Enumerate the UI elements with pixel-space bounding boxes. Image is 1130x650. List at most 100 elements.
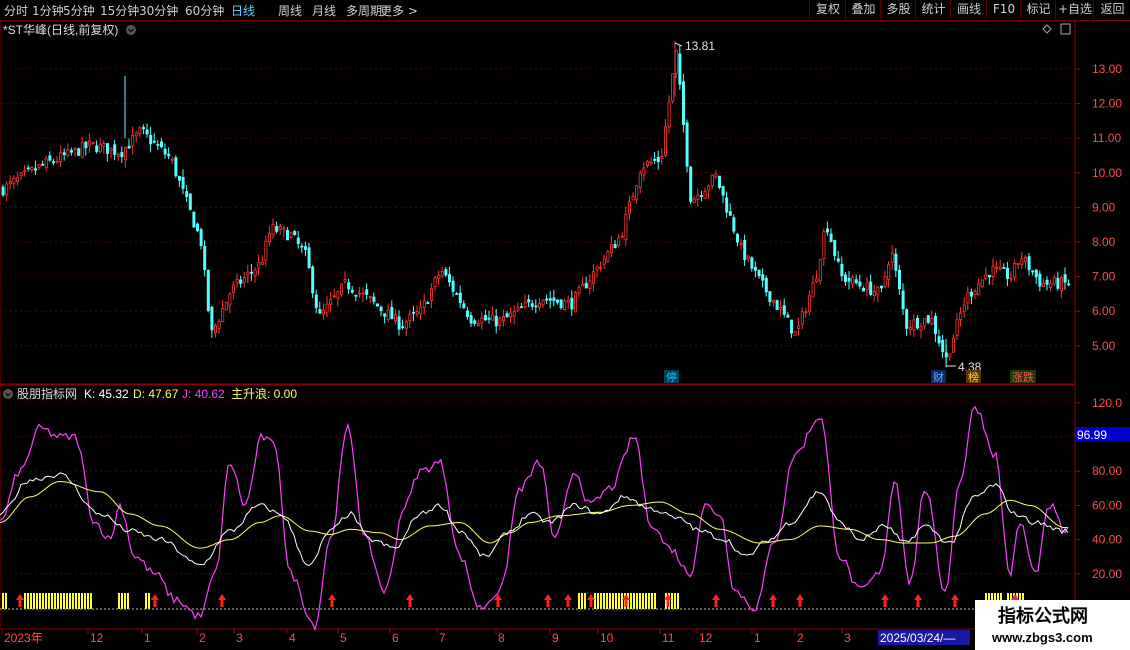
- event-tag-finance[interactable]: 财: [933, 370, 944, 384]
- up-arrow-icon: [218, 594, 226, 607]
- candle-body: [746, 255, 750, 259]
- period-tab-9[interactable]: 多周期: [346, 2, 382, 19]
- price-tick-label: 8.00: [1092, 235, 1116, 249]
- candle-body: [354, 294, 358, 297]
- period-tab-3[interactable]: 15分钟: [100, 2, 139, 19]
- toolbar-button-8[interactable]: 返回: [1093, 0, 1130, 19]
- candle-body: [314, 294, 318, 309]
- up-arrow-icon: [544, 594, 552, 607]
- signal-bar: [615, 593, 617, 609]
- candle-body: [844, 274, 848, 282]
- signal-bar: [633, 593, 635, 609]
- candle-body: [973, 291, 977, 295]
- period-tab-7[interactable]: 周线: [278, 2, 302, 19]
- candle-body: [916, 317, 920, 329]
- signal-bar: [48, 593, 50, 609]
- candle-body: [1016, 263, 1020, 266]
- candle-body: [732, 217, 736, 232]
- candle-body: [127, 145, 131, 149]
- candle-body: [667, 101, 671, 128]
- watermark-url: www.zbgs3.com: [991, 630, 1093, 645]
- candle-body: [574, 292, 578, 313]
- candle-body: [620, 235, 624, 238]
- window-icon[interactable]: [1060, 23, 1071, 35]
- candle-body: [851, 276, 855, 285]
- candle-body: [527, 299, 531, 303]
- signal-bar: [597, 593, 599, 609]
- candle-body: [718, 175, 722, 188]
- period-tab-4[interactable]: 30分钟: [139, 2, 178, 19]
- indicator-name[interactable]: 股朋指标网: [17, 386, 77, 401]
- title-dropdown-icon[interactable]: [126, 25, 136, 35]
- candle-body: [703, 190, 707, 199]
- date-tick-label: 2: [797, 631, 804, 645]
- candle-body: [174, 157, 178, 177]
- candle-body: [156, 143, 160, 146]
- candle-body: [840, 263, 844, 277]
- diamond-icon[interactable]: [1042, 24, 1052, 34]
- candle-body: [779, 306, 783, 310]
- toolbar-button-1[interactable]: 叠加: [845, 0, 881, 19]
- candle-body: [120, 151, 124, 158]
- indicator-dropdown-icon[interactable]: [3, 389, 13, 399]
- signal-bar: [148, 593, 150, 609]
- period-tab-6[interactable]: 日线: [231, 2, 255, 19]
- signal-bar: [677, 593, 679, 609]
- toolbar-button-4[interactable]: 画线: [950, 0, 987, 19]
- event-tag-halt[interactable]: 停: [666, 370, 677, 384]
- candle-body: [700, 195, 704, 197]
- candle-body: [926, 315, 930, 323]
- candle-body: [98, 143, 102, 153]
- candle-body: [138, 127, 142, 135]
- candle-body: [498, 318, 502, 326]
- candle-body: [231, 284, 235, 293]
- candle-body: [289, 232, 293, 238]
- price-tick-label: 5.00: [1092, 339, 1116, 353]
- price-tick-label: 11.00: [1092, 131, 1121, 145]
- signal-bar: [636, 593, 638, 609]
- indicator-tick-label: 20.00: [1092, 567, 1122, 581]
- candle-body: [59, 152, 63, 162]
- candle-body: [808, 295, 812, 312]
- candle-body: [800, 311, 804, 325]
- signal-bar: [630, 593, 632, 609]
- period-tab-8[interactable]: 月线: [312, 2, 336, 19]
- period-tab-0[interactable]: 分时: [4, 2, 28, 19]
- toolbar-button-3[interactable]: 统计: [915, 0, 951, 19]
- candle-body: [1034, 269, 1038, 278]
- candle-body: [30, 166, 34, 171]
- candle-body: [1038, 273, 1042, 287]
- candle-body: [998, 266, 1002, 270]
- candle-body: [62, 152, 66, 156]
- candle-body: [73, 147, 77, 150]
- candle-body: [1067, 283, 1071, 286]
- period-tab-2[interactable]: 5分钟: [63, 2, 95, 19]
- candle-body: [642, 167, 646, 176]
- period-tab-10[interactable]: 更多 >: [380, 2, 418, 19]
- date-tick-label: 10: [600, 631, 614, 645]
- toolbar-button-0[interactable]: 复权: [809, 0, 846, 19]
- candle-body: [44, 158, 48, 168]
- toolbar-button-7[interactable]: +自选: [1055, 0, 1094, 19]
- current-date-label[interactable]: 2025/03/24/—: [880, 631, 955, 645]
- toolbar-button-6[interactable]: 标记: [1020, 0, 1056, 19]
- candle-body: [1052, 277, 1056, 285]
- period-tab-5[interactable]: 60分钟: [185, 2, 224, 19]
- event-tags[interactable]: 停 财 榜 涨跌: [664, 370, 1036, 384]
- period-tab-1[interactable]: 1分钟: [32, 2, 64, 19]
- stock-title[interactable]: *ST华峰(日线,前复权): [3, 22, 118, 37]
- candle-body: [501, 316, 505, 322]
- event-tag-list[interactable]: 榜: [968, 370, 979, 384]
- toolbar-button-2[interactable]: 多股: [880, 0, 916, 19]
- candle-body: [408, 314, 412, 322]
- candle-body: [977, 283, 981, 296]
- candlesticks[interactable]: [1, 40, 1071, 368]
- event-tag-limit[interactable]: 涨跌: [1012, 370, 1034, 384]
- candle-body: [419, 306, 423, 315]
- candle-body: [862, 287, 866, 292]
- signal-bar: [69, 593, 71, 609]
- indicator-grid: [0, 402, 1075, 575]
- chart-canvas[interactable]: *ST华峰(日线,前复权) 13.81 4.38 停 财 榜 涨跌 13.001…: [0, 0, 1130, 650]
- toolbar-button-5[interactable]: F10: [986, 0, 1021, 19]
- k-line: [0, 472, 1069, 566]
